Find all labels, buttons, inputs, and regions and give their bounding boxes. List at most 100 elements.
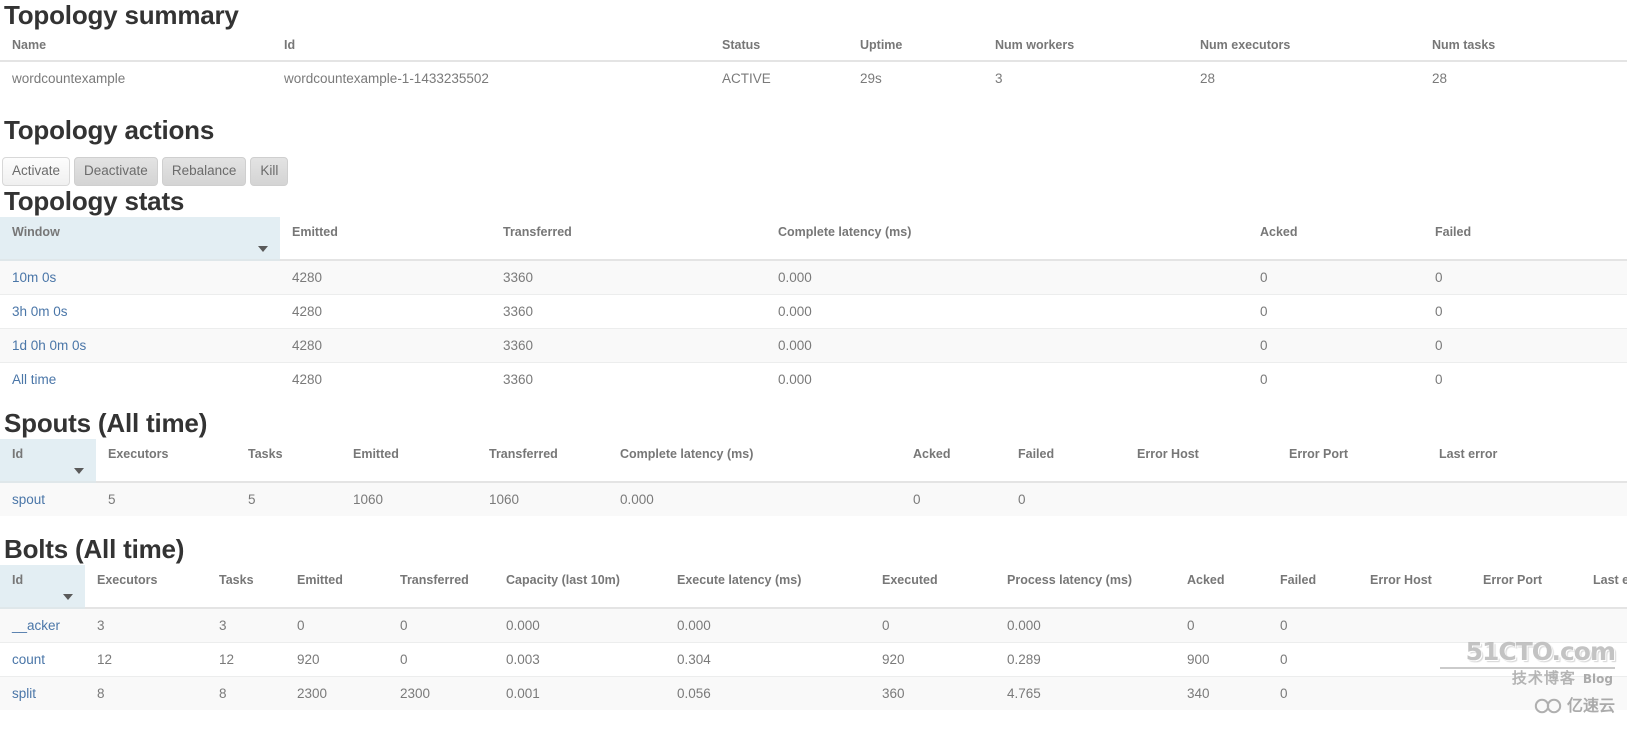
cell-failed: 0 xyxy=(1268,607,1358,643)
bolt-id-link[interactable]: count xyxy=(12,652,45,667)
col-header-num-tasks[interactable]: Num tasks xyxy=(1420,30,1627,62)
cell-transferred: 0 xyxy=(388,642,494,677)
cell-executed: 0 xyxy=(870,607,995,643)
bolt-id-link[interactable]: split xyxy=(12,686,36,701)
cell-tasks: 8 xyxy=(207,676,285,710)
col-header-id[interactable]: Id xyxy=(0,439,96,483)
col-header-num-workers[interactable]: Num workers xyxy=(983,30,1188,62)
cell-last-error xyxy=(1427,481,1627,516)
bolt-id-link[interactable]: __acker xyxy=(12,618,60,633)
topology-stats-table-wrap: Window Emitted Transferred Complete late… xyxy=(0,217,1627,396)
cell-spout-id[interactable]: spout xyxy=(0,481,96,516)
cell-complete-latency: 0.000 xyxy=(608,481,901,516)
window-link[interactable]: 3h 0m 0s xyxy=(12,304,68,319)
cell-executors: 3 xyxy=(85,607,207,643)
cell-transferred: 3360 xyxy=(491,259,766,295)
col-header-failed[interactable]: Failed xyxy=(1268,565,1358,609)
col-header-status[interactable]: Status xyxy=(710,30,848,62)
page-title: Topology summary xyxy=(4,0,239,30)
table-row: __acker 3 3 0 0 0.000 0.000 0 0.000 0 0 xyxy=(0,607,1627,643)
col-header-error-host[interactable]: Error Host xyxy=(1125,439,1277,483)
col-header-acked[interactable]: Acked xyxy=(1248,217,1423,261)
cell-window-link[interactable]: 1d 0h 0m 0s xyxy=(0,328,280,363)
cell-process-latency: 0.000 xyxy=(995,607,1175,643)
col-header-transferred[interactable]: Transferred xyxy=(388,565,494,609)
col-header-process-latency[interactable]: Process latency (ms) xyxy=(995,565,1175,609)
cell-bolt-id[interactable]: __acker xyxy=(0,607,85,643)
table-row: All time 4280 3360 0.000 0 0 xyxy=(0,362,1627,396)
topology-actions-heading: Topology actions xyxy=(4,115,215,145)
col-header-transferred[interactable]: Transferred xyxy=(477,439,608,483)
col-header-emitted[interactable]: Emitted xyxy=(285,565,388,609)
cell-bolt-id[interactable]: count xyxy=(0,642,85,677)
col-header-executed[interactable]: Executed xyxy=(870,565,995,609)
cell-window-link[interactable]: 10m 0s xyxy=(0,259,280,295)
col-header-emitted[interactable]: Emitted xyxy=(341,439,477,483)
sort-desc-caret-icon xyxy=(63,594,73,600)
col-header-capacity[interactable]: Capacity (last 10m) xyxy=(494,565,665,609)
col-header-num-executors[interactable]: Num executors xyxy=(1188,30,1420,62)
cell-execute-latency: 0.000 xyxy=(665,607,870,643)
col-header-tasks[interactable]: Tasks xyxy=(207,565,285,609)
cell-acked: 900 xyxy=(1175,642,1268,677)
col-header-id[interactable]: Id xyxy=(0,565,85,609)
col-header-error-host[interactable]: Error Host xyxy=(1358,565,1471,609)
cell-last-error xyxy=(1581,607,1627,643)
col-header-window[interactable]: Window xyxy=(0,217,280,261)
window-link[interactable]: All time xyxy=(12,372,56,387)
cell-tasks: 5 xyxy=(236,481,341,516)
window-link[interactable]: 10m 0s xyxy=(12,270,56,285)
col-header-error-port[interactable]: Error Port xyxy=(1277,439,1427,483)
col-header-complete-latency[interactable]: Complete latency (ms) xyxy=(766,217,1248,261)
cell-executors: 5 xyxy=(96,481,236,516)
spout-id-link[interactable]: spout xyxy=(12,492,45,507)
bolts-heading: Bolts (All time) xyxy=(4,534,185,564)
cell-num-workers: 3 xyxy=(983,60,1188,95)
cell-process-latency: 0.289 xyxy=(995,642,1175,677)
cell-failed: 0 xyxy=(1423,362,1627,396)
col-header-executors[interactable]: Executors xyxy=(85,565,207,609)
col-header-id[interactable]: Id xyxy=(272,30,710,62)
cell-transferred: 3360 xyxy=(491,294,766,329)
col-header-acked[interactable]: Acked xyxy=(1175,565,1268,609)
cell-window-link[interactable]: All time xyxy=(0,362,280,396)
col-header-complete-latency[interactable]: Complete latency (ms) xyxy=(608,439,901,483)
cell-acked: 0 xyxy=(1248,294,1423,329)
col-header-transferred[interactable]: Transferred xyxy=(491,217,766,261)
col-header-executors[interactable]: Executors xyxy=(96,439,236,483)
col-header-uptime[interactable]: Uptime xyxy=(848,30,983,62)
activate-button[interactable]: Activate xyxy=(2,157,71,186)
cell-window-link[interactable]: 3h 0m 0s xyxy=(0,294,280,329)
cell-failed: 0 xyxy=(1268,676,1358,710)
topology-summary-table-wrap: Name Id Status Uptime Num workers Num ex… xyxy=(0,30,1627,95)
cell-execute-latency: 0.056 xyxy=(665,676,870,710)
rebalance-button[interactable]: Rebalance xyxy=(161,157,247,186)
col-header-execute-latency[interactable]: Execute latency (ms) xyxy=(665,565,870,609)
kill-button[interactable]: Kill xyxy=(250,157,289,186)
cell-acked: 0 xyxy=(1248,328,1423,363)
cell-bolt-id[interactable]: split xyxy=(0,676,85,710)
col-header-tasks[interactable]: Tasks xyxy=(236,439,341,483)
col-header-failed[interactable]: Failed xyxy=(1423,217,1627,261)
topology-page: Topology summary Name Id Status Uptime N… xyxy=(0,0,1627,729)
window-link[interactable]: 1d 0h 0m 0s xyxy=(12,338,86,353)
col-header-failed[interactable]: Failed xyxy=(1006,439,1125,483)
cell-error-host xyxy=(1358,676,1471,710)
cell-transferred: 0 xyxy=(388,607,494,643)
cell-emitted: 1060 xyxy=(341,481,477,516)
cell-acked: 340 xyxy=(1175,676,1268,710)
cell-last-error xyxy=(1581,676,1627,710)
deactivate-button[interactable]: Deactivate xyxy=(74,157,158,186)
cell-error-port xyxy=(1471,676,1581,710)
cell-error-host xyxy=(1358,642,1471,677)
col-header-acked[interactable]: Acked xyxy=(901,439,1006,483)
table-row: spout 5 5 1060 1060 0.000 0 0 xyxy=(0,481,1627,516)
cell-tasks: 3 xyxy=(207,607,285,643)
col-header-error-port[interactable]: Error Port xyxy=(1471,565,1581,609)
col-header-last-error[interactable]: Last error xyxy=(1427,439,1627,483)
col-header-name[interactable]: Name xyxy=(0,30,272,62)
cell-emitted: 920 xyxy=(285,642,388,677)
col-header-last-error[interactable]: Last error xyxy=(1581,565,1627,609)
col-header-emitted[interactable]: Emitted xyxy=(280,217,491,261)
col-header-window-label: Window xyxy=(12,225,60,239)
